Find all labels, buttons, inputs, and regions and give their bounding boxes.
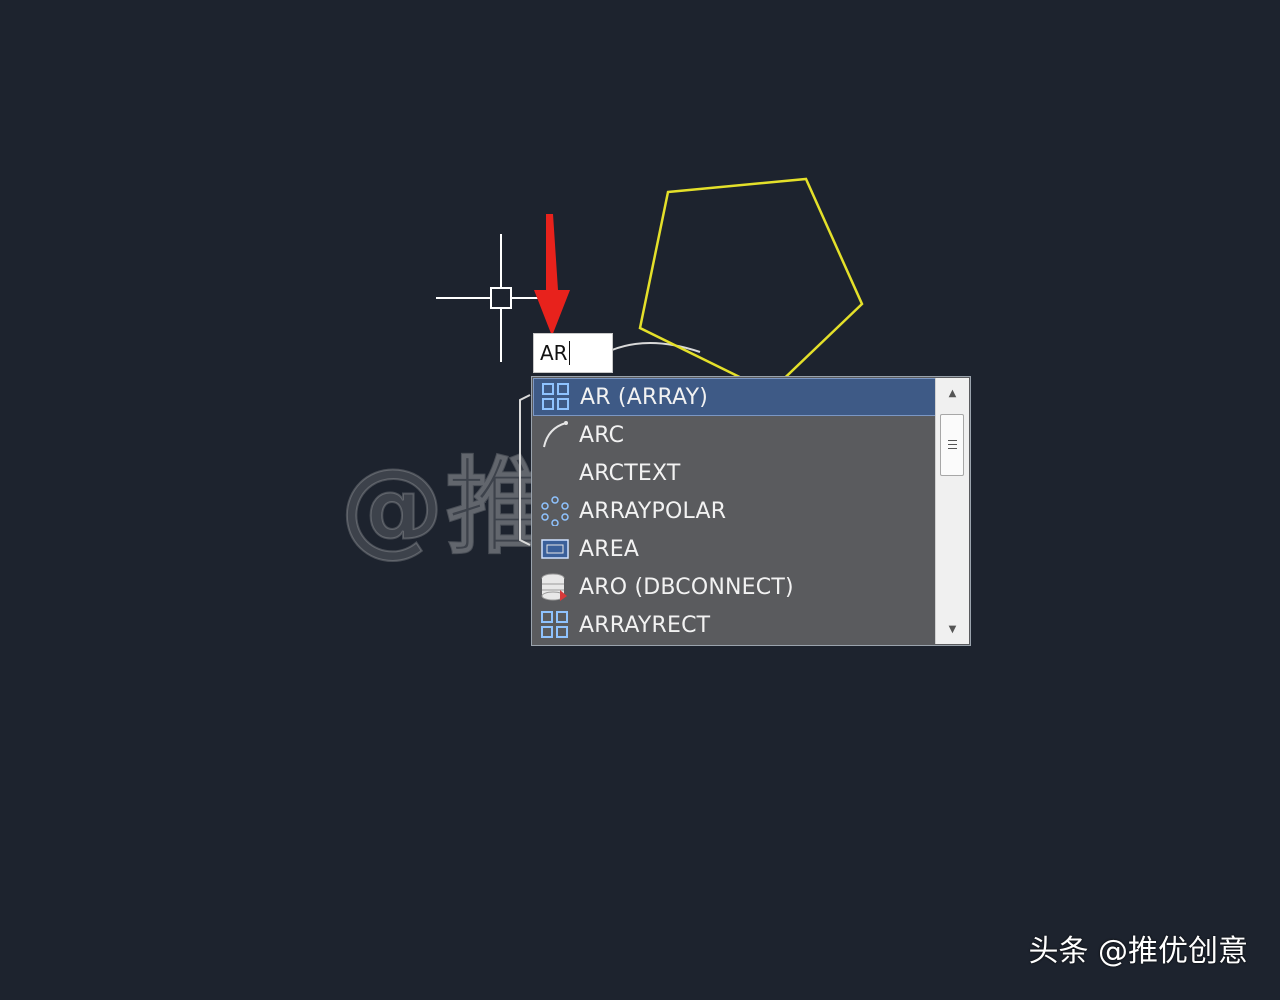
autocomplete-item-arc[interactable]: ARC [533,416,936,454]
red-arrow-icon [534,214,570,336]
autocomplete-item-label: ARRAYRECT [579,612,711,638]
database-icon [539,571,571,603]
pentagon-shape[interactable] [638,177,864,394]
autocomplete-item-label: ARO (DBCONNECT) [579,574,794,600]
blank-icon [539,457,571,489]
command-input-value: AR [540,341,568,365]
autocomplete-item-label: AREA [579,536,640,562]
grip-icon [948,448,957,449]
polar-array-icon [539,495,571,527]
autocomplete-item-arctext[interactable]: ARCTEXT [533,454,936,492]
autocomplete-scrollbar[interactable]: ▲ ▼ [935,378,969,644]
autocomplete-item-label: ARC [579,422,625,448]
scroll-thumb[interactable] [940,414,964,476]
circle-edge-left [519,394,531,546]
command-input[interactable]: AR [533,333,613,373]
grip-icon [948,444,957,445]
scroll-down-button[interactable]: ▼ [936,618,969,640]
scroll-up-button[interactable]: ▲ [936,382,969,404]
arc-icon [539,419,571,451]
autocomplete-item-label: ARRAYPOLAR [579,498,727,524]
array-icon [540,381,572,413]
autocomplete-item-label: ARCTEXT [579,460,681,486]
autocomplete-item-arraypolar[interactable]: ARRAYPOLAR [533,492,936,530]
source-credit: 头条 @推优创意 [1028,934,1248,969]
area-icon [539,533,571,565]
autocomplete-item-dbconnect[interactable]: ARO (DBCONNECT) [533,568,936,606]
command-autocomplete-list[interactable]: AR (ARRAY) ARC ARCTEXT ARRAYPOLAR AREA A… [531,376,971,646]
array-icon [539,609,571,641]
autocomplete-item-label: AR (ARRAY) [580,384,709,410]
text-caret [568,341,570,365]
drawing-canvas[interactable]: @推优创意 AR AR (ARRAY) [0,0,1280,1000]
autocomplete-item-array[interactable]: AR (ARRAY) [533,378,936,416]
autocomplete-item-arrayrect[interactable]: ARRAYRECT [533,606,936,644]
autocomplete-items: AR (ARRAY) ARC ARCTEXT ARRAYPOLAR AREA A… [533,378,936,644]
grip-icon [948,440,957,441]
autocomplete-item-area[interactable]: AREA [533,530,936,568]
